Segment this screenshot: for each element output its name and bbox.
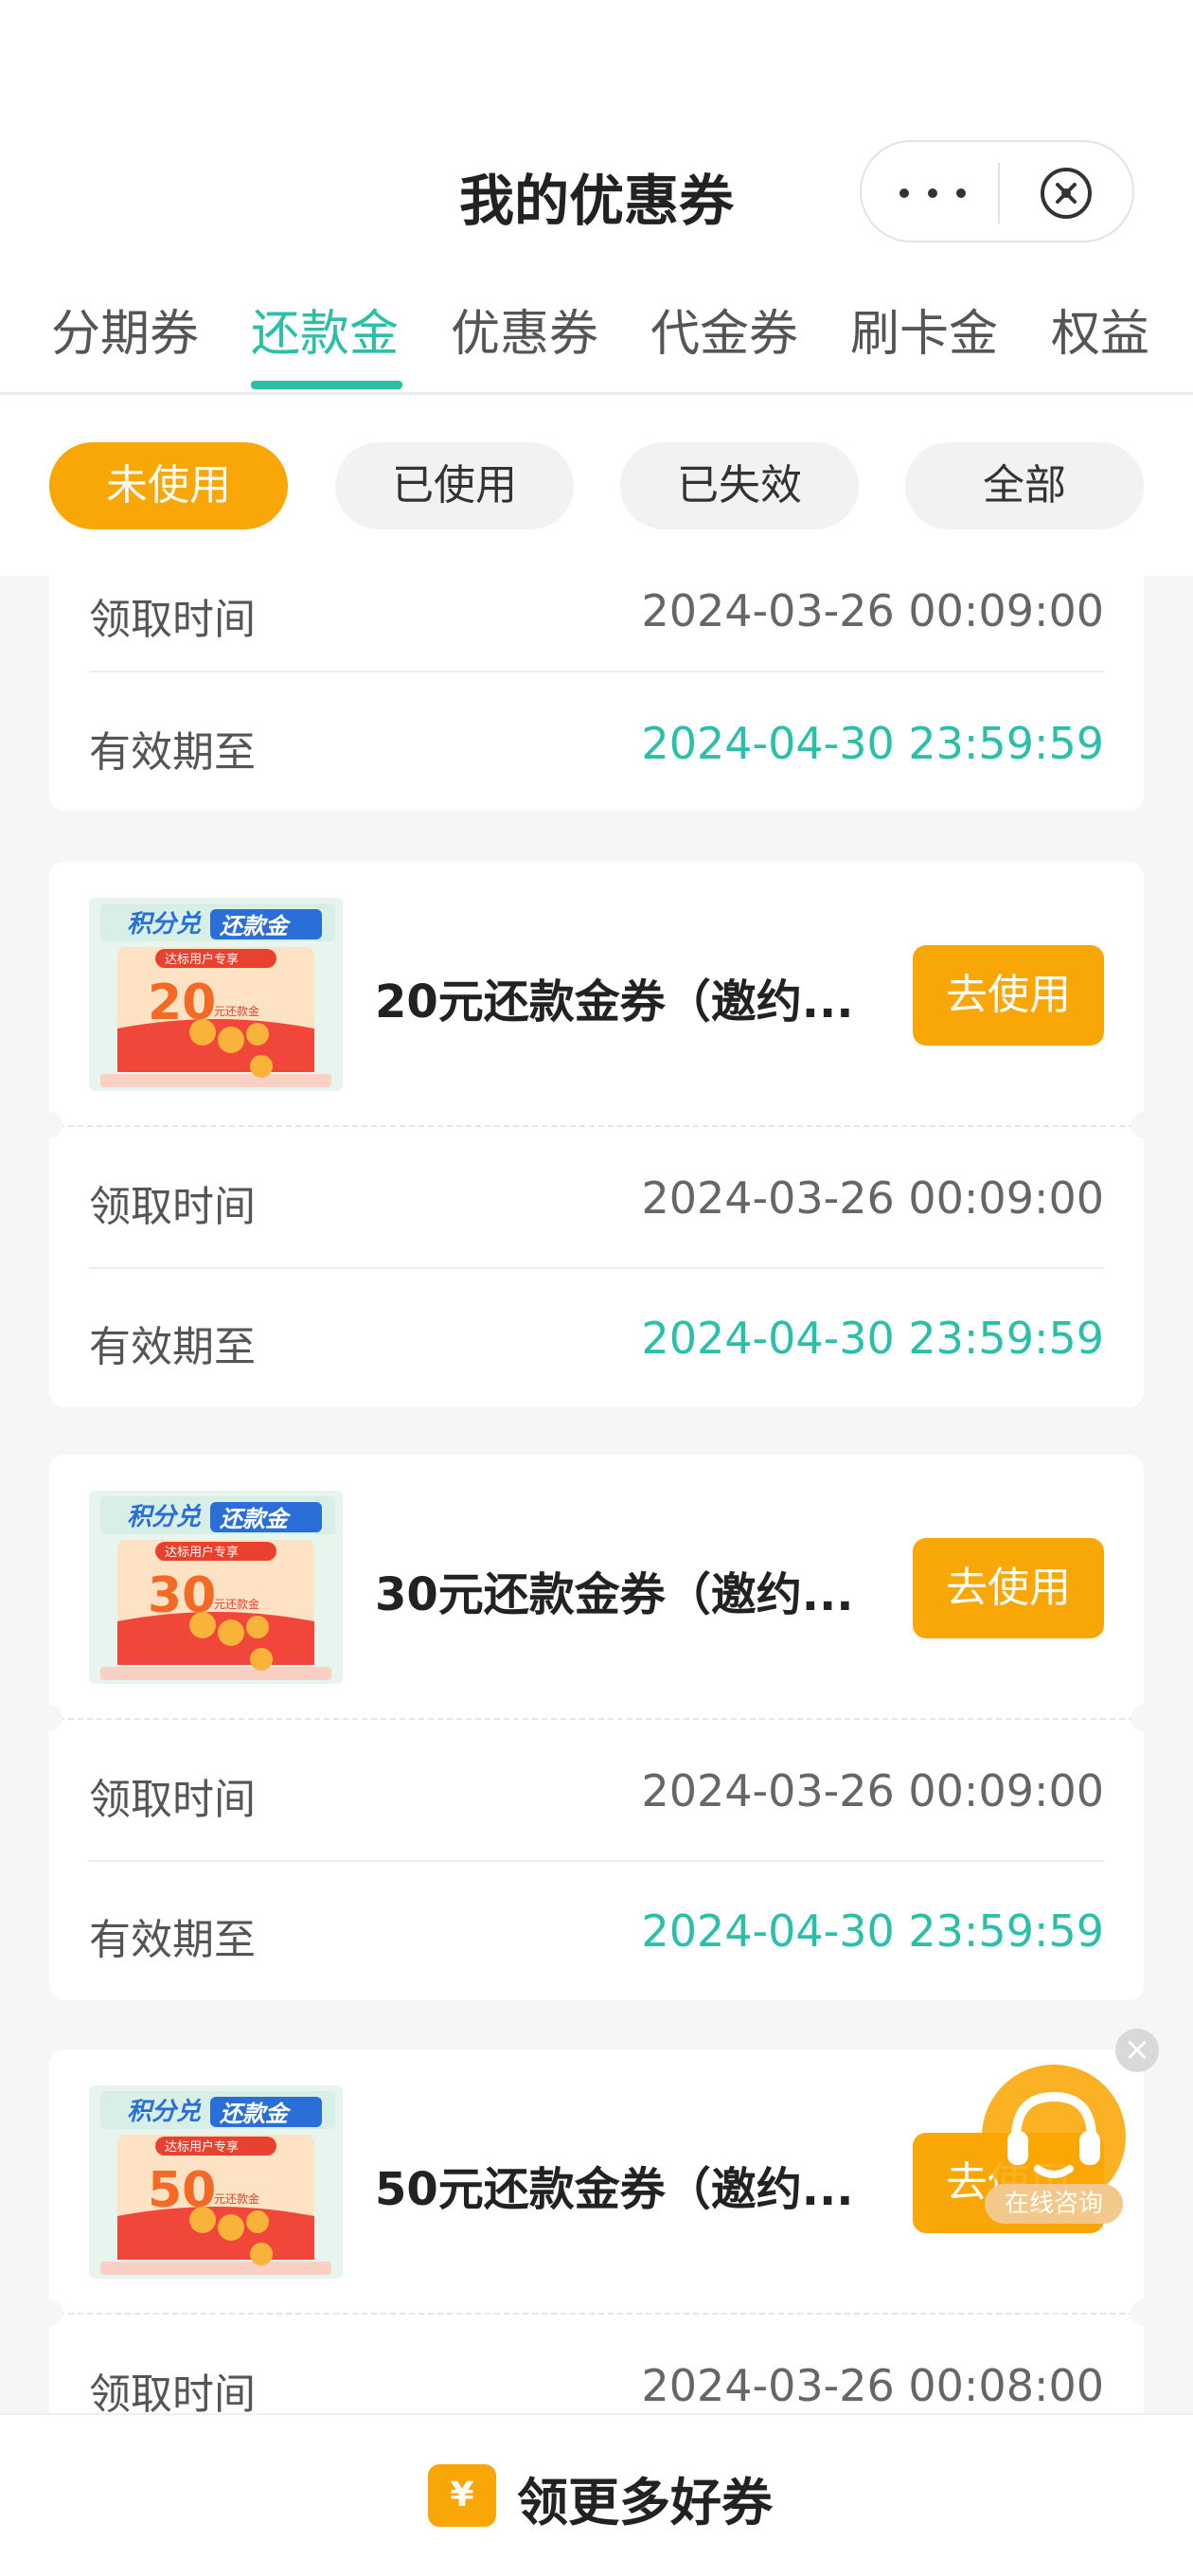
mini-program-capsule <box>860 140 1134 242</box>
received-label: 领取时间 <box>89 596 256 644</box>
yen-icon: ¥ <box>428 2464 496 2527</box>
thumb-banner-b: 还款金 <box>219 913 292 939</box>
coupon-thumbnail: 积分兑 还款金 达标用户专享 50 元还款金 <box>89 2085 343 2279</box>
notch-right <box>1131 2299 1157 2326</box>
received-time: 2024-03-26 00:09:00 <box>641 1765 1104 1816</box>
expires-label: 有效期至 <box>89 728 256 777</box>
bottom-bar[interactable]: ¥ 领更多好券 <box>0 2413 1193 2576</box>
coupon-title: 20元还款金券（邀约... <box>375 975 854 1029</box>
get-more-coupons-label: 领更多好券 <box>517 2473 773 2532</box>
header-divider <box>0 392 1193 395</box>
thumb-unit: 元还款金 <box>214 1597 259 1611</box>
tab-voucher[interactable]: 代金券 <box>650 294 798 365</box>
use-button[interactable]: 去使用 <box>913 1538 1104 1638</box>
received-label: 领取时间 <box>89 2370 256 2419</box>
close-icon[interactable] <box>1038 165 1095 222</box>
expires-row: 有效期至 2024-04-30 23:59:59 <box>89 1267 1104 1409</box>
tab-repayment[interactable]: 还款金 <box>251 294 399 365</box>
tab-benefits[interactable]: 权益 <box>1051 294 1149 365</box>
notch-right <box>1131 1112 1157 1138</box>
received-time: 2024-03-26 00:09:00 <box>641 585 1104 636</box>
coupon-title: 30元还款金券（邀约... <box>375 1568 854 1621</box>
received-time: 2024-03-26 00:09:00 <box>641 1172 1104 1224</box>
notch-right <box>1131 1705 1157 1731</box>
expires-time: 2024-04-30 23:59:59 <box>641 718 1104 769</box>
expires-row: 有效期至 2024-04-30 23:59:59 <box>89 1860 1104 2002</box>
filter-unused[interactable]: 未使用 <box>49 442 288 529</box>
thumb-banner-b: 还款金 <box>219 1506 292 1532</box>
thumb-unit: 元还款金 <box>214 1004 259 1018</box>
expires-label: 有效期至 <box>89 1323 256 1371</box>
notch-left <box>36 2299 62 2326</box>
thumb-unit: 元还款金 <box>214 2191 259 2206</box>
expires-row: 有效期至 2024-04-30 23:59:59 <box>89 672 1104 814</box>
coupon-thumbnail: 积分兑 还款金 达标用户专享 20 元还款金 <box>89 898 343 1091</box>
expires-time: 2024-04-30 23:59:59 <box>641 1313 1104 1364</box>
received-row: 领取时间 2024-03-26 00:09:00 <box>89 1127 1104 1269</box>
page: 领取时间 2024-03-26 00:09:00 有效期至 2024-04-30… <box>0 0 1193 2576</box>
coupon-title: 50元还款金券（邀约... <box>375 2163 854 2216</box>
expires-time: 2024-04-30 23:59:59 <box>641 1905 1104 1957</box>
coupon-card: 积分兑 还款金 达标用户专享 20 元还款金 20元还款金券（邀约... 去使用 <box>36 862 1157 1409</box>
received-time: 2024-03-26 00:08:00 <box>641 2360 1104 2411</box>
thumb-banner-b: 还款金 <box>219 2101 292 2127</box>
capsule-divider <box>998 163 1000 224</box>
tab-card-bonus[interactable]: 刷卡金 <box>850 294 998 365</box>
active-tab-indicator <box>251 381 402 389</box>
filter-all[interactable]: 全部 <box>905 442 1144 529</box>
coupon-header: 积分兑 还款金 达标用户专享 30 元还款金 30元还款金券（邀约... 去使用 <box>49 1455 1144 1720</box>
expires-label: 有效期至 <box>89 1916 256 1964</box>
coupon-card: 积分兑 还款金 达标用户专享 30 元还款金 30元还款金券（邀约... 去使用 <box>36 1455 1157 2002</box>
service-label: 在线咨询 <box>1005 2190 1103 2218</box>
filter-used[interactable]: 已使用 <box>335 442 574 529</box>
coupon-header: 积分兑 还款金 达标用户专享 20 元还款金 20元还款金券（邀约... 去使用 <box>49 862 1144 1127</box>
thumb-subtitle: 达标用户专享 <box>165 2139 239 2155</box>
status-filters: 未使用 已使用 已失效 全部 <box>0 396 1193 576</box>
thumb-banner-a: 积分兑 <box>127 1503 202 1531</box>
coupon-thumbnail: 积分兑 还款金 达标用户专享 30 元还款金 <box>89 1491 343 1684</box>
header: 我的优惠券 分期券 还款金 优惠券 代金券 刷卡金 权益 <box>0 0 1193 396</box>
online-service-button[interactable]: 在线咨询 <box>973 2063 1134 2231</box>
use-button[interactable]: 去使用 <box>913 945 1104 1046</box>
thumb-subtitle: 达标用户专享 <box>165 952 239 967</box>
notch-left <box>36 1112 62 1138</box>
received-label: 领取时间 <box>89 1183 256 1231</box>
thumb-subtitle: 达标用户专享 <box>165 1545 239 1560</box>
tab-discount[interactable]: 优惠券 <box>451 294 598 365</box>
received-row: 领取时间 2024-03-26 00:09:00 <box>89 1720 1104 1862</box>
thumb-banner-a: 积分兑 <box>127 910 202 939</box>
more-icon[interactable] <box>899 170 966 216</box>
filter-expired[interactable]: 已失效 <box>620 442 859 529</box>
tab-installment[interactable]: 分期券 <box>51 294 199 365</box>
thumb-banner-a: 积分兑 <box>127 2098 202 2126</box>
category-tabs: 分期券 还款金 优惠券 代金券 刷卡金 权益 <box>0 294 1193 396</box>
notch-left <box>36 1705 62 1731</box>
received-label: 领取时间 <box>89 1776 256 1824</box>
